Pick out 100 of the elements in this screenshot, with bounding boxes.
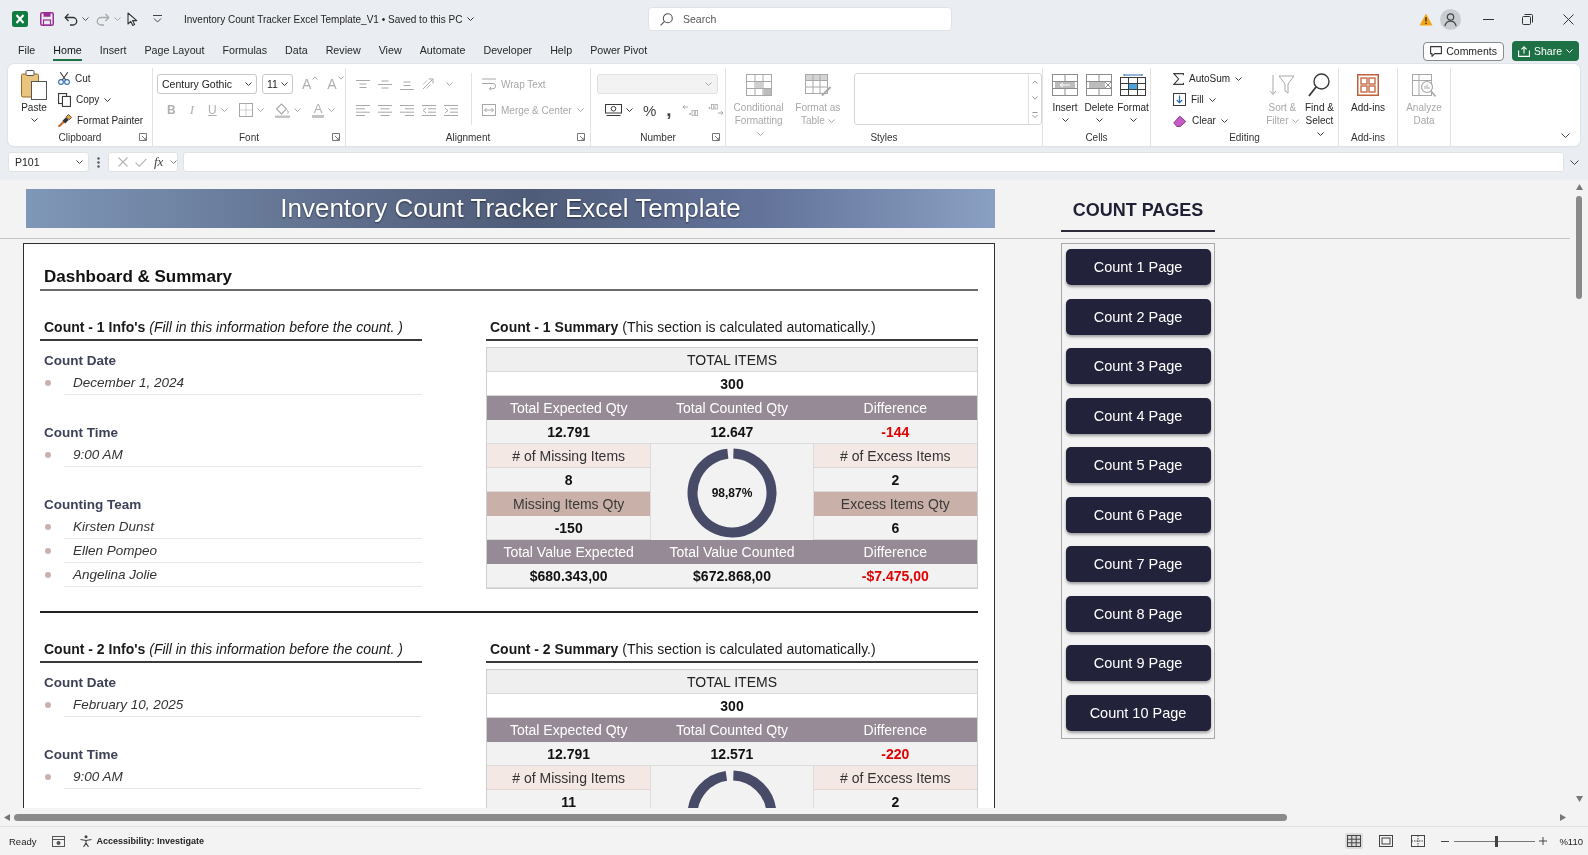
count-page-button[interactable]: Count 10 Page [1065, 694, 1211, 731]
formula-input[interactable] [183, 152, 1564, 172]
caret-icon [1291, 119, 1299, 124]
comments-button[interactable]: Comments [1423, 41, 1504, 61]
scrollbar-thumb[interactable] [1576, 196, 1582, 299]
count-page-button[interactable]: Count 7 Page [1065, 546, 1211, 582]
count-page-button[interactable]: Count 2 Page [1065, 298, 1211, 335]
menu-tab[interactable]: Home [53, 41, 82, 61]
menu-tab[interactable]: View [378, 41, 402, 61]
menu-tab[interactable]: Insert [99, 41, 127, 61]
warning-icon[interactable] [1419, 12, 1433, 26]
scroll-down-icon[interactable] [1575, 796, 1583, 802]
delete-button[interactable]: Delete [1082, 68, 1116, 122]
table-cell: 12.647 [650, 420, 814, 444]
group-label: Cells [1085, 131, 1108, 143]
insert-function-button[interactable]: fx [154, 155, 164, 169]
add-ins-button[interactable]: Add-ins [1351, 68, 1385, 114]
scroll-up-icon[interactable] [1575, 184, 1583, 190]
grid-icon [745, 74, 772, 96]
menu-tab[interactable]: File [18, 41, 36, 61]
fill-button[interactable]: Fill [1173, 89, 1264, 110]
brush-icon [58, 114, 72, 127]
pointer-icon[interactable] [127, 12, 138, 26]
launcher-icon[interactable] [577, 133, 585, 141]
font-name-field[interactable]: Century Gothic [157, 74, 257, 94]
count-page-button[interactable]: Count 4 Page [1065, 397, 1211, 434]
count-page-button[interactable]: Count 9 Page [1065, 645, 1211, 681]
percent-button[interactable]: % [643, 101, 657, 119]
macro-record-icon[interactable] [52, 835, 66, 847]
cut-button[interactable]: Cut [58, 68, 144, 89]
count-page-button[interactable]: Count 8 Page [1065, 595, 1211, 632]
expand-formula-icon[interactable] [1570, 159, 1579, 165]
field-label: Count Date [44, 352, 116, 368]
clear-button[interactable]: Clear [1173, 110, 1264, 131]
scroll-up-icon[interactable] [1032, 80, 1038, 84]
table-header: # of Excess Items [813, 766, 977, 790]
table-cell: -150 [487, 516, 651, 540]
insert-button[interactable]: Insert [1048, 68, 1082, 122]
scroll-left-icon[interactable] [4, 813, 10, 821]
more-icon[interactable] [97, 156, 100, 168]
avatar-icon[interactable] [1440, 8, 1461, 30]
plus-icon[interactable] [1539, 837, 1548, 845]
comma-style-button[interactable]: , [666, 102, 672, 118]
format-button[interactable]: Format [1116, 68, 1150, 122]
accessibility-button[interactable]: Accessibility: Investigate [80, 835, 204, 847]
find-select-button[interactable]: Find & Select [1300, 68, 1338, 140]
zoom-slider-thumb[interactable] [1495, 835, 1498, 847]
count-page-button[interactable]: Count 1 Page [1065, 249, 1211, 285]
accounting-format-button[interactable] [605, 104, 633, 116]
menu-tab[interactable]: Power Pivot [590, 41, 648, 61]
scroll-right-icon[interactable] [1560, 813, 1566, 821]
caret-down-icon [337, 76, 344, 80]
count-page-button[interactable]: Count 3 Page [1065, 348, 1211, 384]
search-field[interactable]: Search [648, 7, 952, 31]
caret-icon [1566, 49, 1573, 53]
launcher-icon[interactable] [139, 133, 147, 141]
page-layout-icon[interactable] [1377, 833, 1396, 849]
scrollbar-thumb[interactable] [14, 813, 1287, 821]
format-painter-button[interactable]: Format Painter [58, 110, 144, 131]
bullet-icon [45, 548, 51, 554]
customize-icon[interactable] [153, 15, 162, 23]
name-box[interactable]: P101 [8, 152, 89, 172]
normal-view-icon[interactable] [1345, 833, 1364, 849]
menu-tab[interactable]: Automate [419, 41, 466, 61]
zoom-level[interactable]: %110 [1559, 835, 1583, 847]
percent-label: 98,87% [711, 486, 753, 500]
copy-button[interactable]: Copy [58, 89, 144, 110]
restore-icon[interactable] [1522, 13, 1533, 25]
menu-tab[interactable]: Data [285, 41, 308, 61]
count-page-button[interactable]: Count 6 Page [1065, 496, 1211, 533]
paste-button[interactable]: Paste [15, 68, 53, 122]
table-cell: -220 [813, 742, 977, 766]
close-icon[interactable] [1563, 13, 1574, 25]
menu-tab[interactable]: Help [550, 41, 573, 61]
expand-gallery-icon[interactable] [1032, 112, 1038, 118]
undo-icon[interactable] [64, 12, 78, 26]
menu-tab[interactable]: Page Layout [144, 41, 205, 61]
menu-tab[interactable]: Developer [483, 41, 533, 61]
zoom-slider[interactable] [1454, 835, 1536, 847]
document-title[interactable]: Inventory Count Tracker Excel Template_V1 • Saved to this PC [184, 13, 463, 25]
minus-icon[interactable] [1441, 840, 1450, 842]
caret-icon [1208, 97, 1216, 102]
count-page-button[interactable]: Count 5 Page [1065, 447, 1211, 483]
scroll-down-icon[interactable] [1032, 96, 1038, 100]
page-break-icon[interactable] [1409, 833, 1428, 849]
menu-tab[interactable]: Review [325, 41, 361, 61]
collapse-ribbon-icon[interactable] [1561, 133, 1570, 138]
share-button[interactable]: Share [1511, 41, 1579, 61]
autosum-button[interactable]: AutoSum [1173, 68, 1264, 89]
font-size-field[interactable]: 11 [262, 74, 293, 94]
caret-icon [1061, 118, 1069, 122]
minimize-icon[interactable] [1483, 18, 1494, 20]
field-value: 9:00 AM [73, 769, 123, 784]
caret-icon [82, 17, 89, 21]
eraser-icon [1173, 114, 1187, 127]
cancel-icon[interactable] [118, 157, 128, 167]
menu-tab[interactable]: Formulas [222, 41, 268, 61]
save-icon[interactable] [40, 12, 54, 26]
launcher-icon[interactable] [332, 133, 340, 141]
launcher-icon[interactable] [712, 133, 720, 141]
